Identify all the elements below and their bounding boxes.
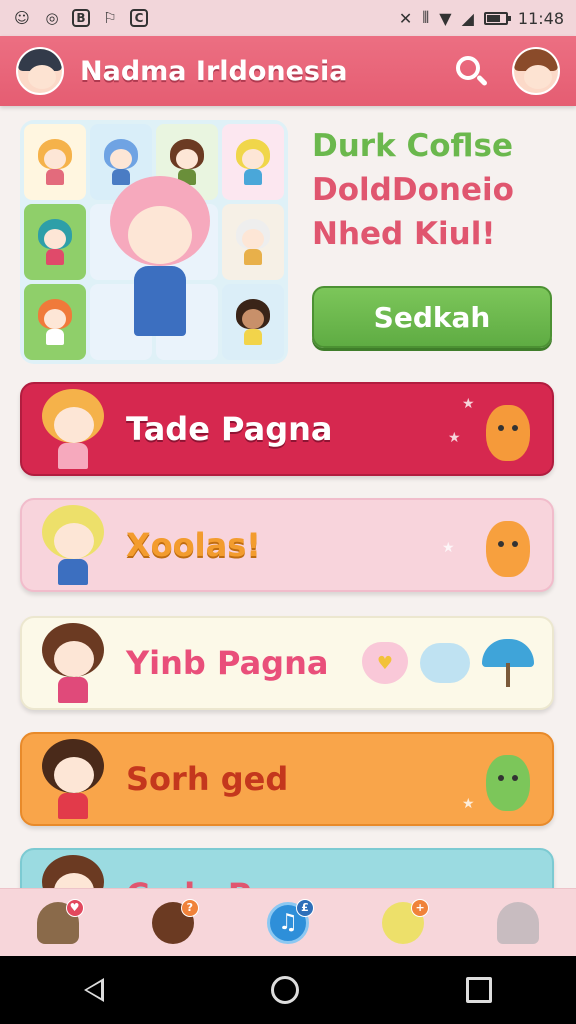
nav-badge: ♥ — [65, 898, 84, 917]
character-avatar — [38, 505, 108, 585]
chibi-tile — [24, 204, 86, 280]
status-time: 11:48 — [517, 8, 564, 28]
menu-card-label: Yinb Pagna — [126, 644, 329, 682]
nav-music[interactable]: ♫ £ — [262, 897, 314, 949]
chibi-tile — [222, 124, 284, 200]
avatar-icon: ☺ — [14, 9, 30, 27]
app-title: Nadma Irldonesia — [80, 55, 348, 87]
nav-badge: + — [411, 898, 430, 917]
chibi-tile — [24, 284, 86, 360]
system-navigation-bar — [0, 956, 576, 1024]
chibi-tile — [222, 284, 284, 360]
shop-icon — [497, 901, 540, 944]
star-icon: ★ — [462, 396, 475, 412]
menu-card-label: Xoolas! — [126, 526, 261, 564]
nav-profile[interactable]: + — [377, 897, 430, 949]
hero-line-2: DoldDoneio — [312, 172, 514, 208]
nav-badge: ? — [180, 898, 199, 917]
profile-avatar[interactable] — [512, 47, 560, 95]
status-bar: ☺ ◎ B ⚐ C ✕ ⦀ ▼ ◢ 11:48 — [0, 0, 576, 36]
nav-shop[interactable] — [492, 897, 544, 949]
cloud-icon — [420, 643, 470, 683]
fox-mascot-icon — [482, 511, 534, 579]
flag-icon: ⚐ — [103, 9, 117, 27]
signal-icon: ◢ — [461, 8, 474, 28]
c-icon: C — [130, 9, 148, 27]
hero-action-button[interactable]: Sedkah — [312, 286, 552, 348]
star-icon: ★ — [448, 430, 461, 446]
umbrella-icon — [482, 633, 534, 693]
hero-line-1: Durk Coflse — [312, 128, 514, 164]
hero-banner-image[interactable] — [20, 120, 288, 364]
search-icon[interactable] — [454, 54, 489, 88]
nav-house[interactable]: ♥ — [32, 897, 84, 949]
home-icon[interactable] — [270, 976, 299, 1004]
bottom-navigation: ♥ ? ♫ £ + — [0, 888, 576, 956]
frog-mascot-icon — [482, 745, 534, 813]
back-icon[interactable] — [83, 978, 104, 1002]
nav-badge: £ — [295, 898, 314, 917]
featured-character — [100, 176, 220, 346]
menu-card-1[interactable]: Tade Pagna ★ ★ — [20, 382, 554, 476]
star-icon: ★ — [442, 540, 455, 556]
battery-icon — [483, 11, 511, 25]
b-icon: B — [72, 9, 90, 27]
chibi-tile — [24, 124, 86, 200]
star-icon: ★ — [462, 796, 475, 812]
hero-line-3: Nhed Kiul! — [312, 216, 496, 252]
menu-card-4[interactable]: Sorh ged ★ — [20, 732, 554, 826]
vibrate-icon: ⦀ — [422, 8, 430, 27]
menu-card-label: Tade Pagna — [126, 410, 333, 448]
recent-apps-icon[interactable] — [466, 977, 493, 1003]
menu-card-label: Sorh ged — [126, 760, 289, 798]
character-avatar — [38, 389, 108, 469]
app-logo-avatar[interactable] — [16, 47, 64, 95]
hero-headline: Durk Coflse DoldDoneio Nhed Kiul! — [312, 124, 562, 256]
menu-card-2[interactable]: Xoolas! ★ — [20, 498, 554, 592]
character-avatar — [38, 739, 108, 819]
circle-icon: ◎ — [45, 9, 59, 27]
chibi-tile — [222, 204, 284, 280]
wifi-icon: ▼ — [439, 8, 452, 28]
app-bar: Nadma Irldonesia — [0, 36, 576, 106]
mute-icon: ✕ — [398, 8, 413, 28]
character-avatar — [38, 623, 108, 703]
heart-icon: ♥ — [362, 642, 408, 684]
nav-friend[interactable]: ? — [147, 897, 199, 949]
monkey-mascot-icon — [482, 395, 534, 463]
menu-card-3[interactable]: Yinb Pagna ♥ — [20, 616, 554, 710]
